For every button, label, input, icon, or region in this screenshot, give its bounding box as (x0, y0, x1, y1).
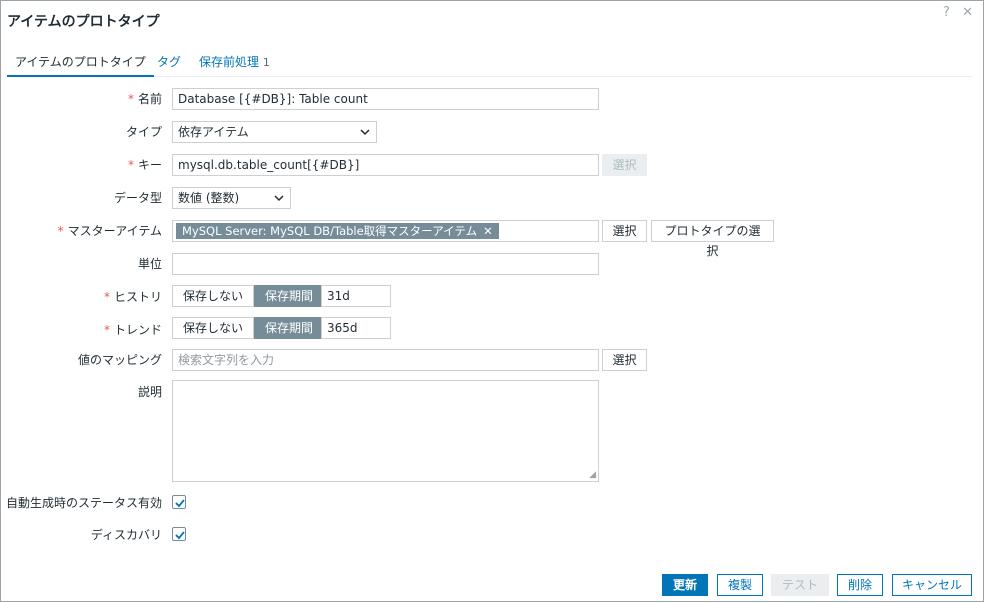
history-store-period-option[interactable]: 保存期間 (254, 285, 325, 307)
value-mapping-select-button[interactable]: 選択 (602, 349, 647, 371)
tab-tags[interactable]: タグ (149, 55, 189, 77)
tab-label: 保存前処理 (199, 55, 260, 69)
master-item-chip: MySQL Server: MySQL DB/Table取得マスターアイテム ✕ (176, 223, 499, 239)
resize-grip-icon[interactable]: ◢ (589, 470, 596, 480)
key-label: * キー (127, 158, 162, 172)
key-select-button[interactable]: 選択 (602, 154, 647, 176)
key-input[interactable]: mysql.db.table_count[{#DB}] (172, 154, 599, 176)
trends-store-period-option[interactable]: 保存期間 (254, 317, 325, 339)
test-button[interactable]: テスト (771, 574, 829, 596)
required-asterisk: * (127, 92, 134, 106)
trends-do-not-store-option[interactable]: 保存しない (172, 317, 255, 339)
units-label: 単位 (137, 257, 162, 271)
select-prototype-button[interactable]: プロトタイプの選択 (651, 220, 774, 258)
history-mode-toggle: 保存しない 保存期間 (172, 285, 325, 307)
dialog-title: アイテムのプロトタイプ (7, 14, 160, 30)
description-label: 説明 (137, 385, 162, 399)
item-prototype-dialog: アイテムのプロトタイプ ? ✕ アイテムのプロトタイプ タグ 保存前処理 1 *… (0, 0, 984, 602)
required-asterisk: * (57, 224, 64, 238)
checkmark-icon (175, 531, 185, 540)
master-item-multiselect[interactable]: MySQL Server: MySQL DB/Table取得マスターアイテム ✕ (172, 220, 599, 242)
tab-bar: アイテムのプロトタイプ タグ 保存前処理 1 (7, 49, 973, 77)
trends-mode-toggle: 保存しない 保存期間 (172, 317, 325, 339)
remove-icon[interactable]: ✕ (483, 224, 493, 238)
value-mapping-input[interactable]: 検索文字列を入力 (172, 349, 599, 371)
close-icon[interactable]: ✕ (962, 5, 973, 20)
required-asterisk: * (103, 290, 110, 304)
master-item-select-button[interactable]: 選択 (602, 220, 647, 242)
clone-button[interactable]: 複製 (717, 574, 763, 596)
description-textarea[interactable]: ◢ (172, 380, 599, 482)
trends-label: * トレンド (103, 323, 162, 337)
discover-label: ディスカバリ (90, 528, 162, 542)
tab-preprocessing[interactable]: 保存前処理 1 (191, 55, 278, 77)
tab-item-prototype[interactable]: アイテムのプロトタイプ (7, 55, 154, 77)
chevron-down-icon (274, 188, 284, 216)
chevron-down-icon (360, 122, 370, 150)
required-asterisk: * (103, 323, 110, 337)
help-icon[interactable]: ? (943, 5, 950, 20)
trends-period-input[interactable]: 365d (321, 317, 391, 339)
history-label: * ヒストリ (103, 290, 162, 304)
tab-label: タグ (157, 55, 182, 69)
checkmark-icon (175, 499, 185, 508)
cancel-button[interactable]: キャンセル (892, 574, 972, 596)
discover-checkbox[interactable] (172, 527, 186, 541)
history-period-input[interactable]: 31d (321, 285, 391, 307)
type-select[interactable]: 依存アイテム (172, 121, 377, 143)
tab-count-badge: 1 (262, 56, 270, 69)
dialog-header-icons: ? ✕ (935, 5, 973, 20)
name-input[interactable]: Database [{#DB}]: Table count (172, 88, 599, 110)
create-enabled-label: 自動生成時のステータス有効 (5, 496, 162, 510)
history-do-not-store-option[interactable]: 保存しない (172, 285, 255, 307)
required-asterisk: * (127, 158, 134, 172)
create-enabled-checkbox[interactable] (172, 495, 186, 509)
tab-label: アイテムのプロトタイプ (15, 55, 146, 69)
units-input[interactable] (172, 253, 599, 275)
update-button[interactable]: 更新 (662, 574, 708, 596)
name-label: * 名前 (127, 92, 162, 106)
data-type-select[interactable]: 数値 (整数) (172, 187, 291, 209)
master-item-label: * マスターアイテム (57, 224, 162, 238)
value-mapping-label: 値のマッピング (77, 353, 162, 367)
delete-button[interactable]: 削除 (837, 574, 883, 596)
type-label: タイプ (125, 125, 162, 139)
data-type-label: データ型 (113, 191, 162, 205)
